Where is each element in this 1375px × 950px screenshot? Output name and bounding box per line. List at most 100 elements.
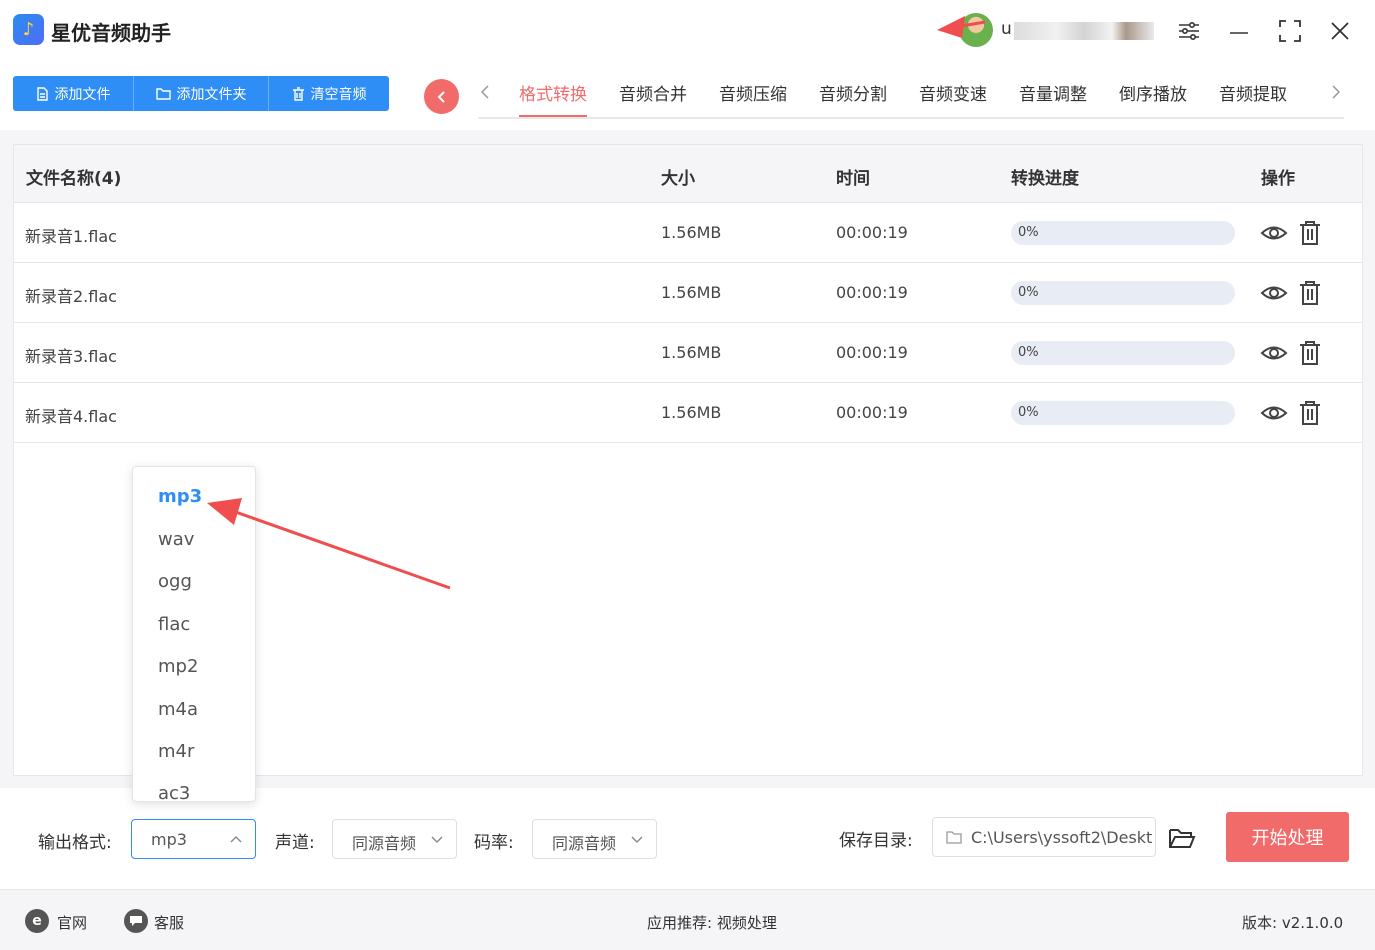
add-folder-label: 添加文件夹 (176, 86, 247, 103)
file-duration: 00:00:19 (836, 223, 908, 242)
eye-icon[interactable] (1260, 279, 1288, 307)
format-option-flac[interactable]: flac (158, 614, 190, 635)
progress-bar: 0% (1011, 221, 1235, 245)
tab-audio-split[interactable]: 音频分割 (803, 78, 903, 118)
file-actions-group: 添加文件 添加文件夹 清空音频 (13, 76, 389, 111)
tab-underline (478, 117, 1344, 119)
add-file-button[interactable]: 添加文件 (13, 76, 134, 111)
channel-value: 同源音频 (352, 834, 417, 853)
add-file-label: 添加文件 (54, 86, 111, 103)
folder-open-icon[interactable] (1168, 826, 1196, 850)
delete-icon[interactable] (1296, 279, 1324, 307)
file-name: 新录音3.flac (25, 347, 117, 366)
delete-icon[interactable] (1296, 399, 1324, 427)
chevron-up-icon (230, 836, 242, 843)
username[interactable]: u (1001, 19, 1012, 39)
progress-bar: 0% (1011, 281, 1235, 305)
table-row[interactable]: 新录音1.flac 1.56MB 00:00:19 0% (14, 203, 1362, 263)
format-option-ogg[interactable]: ogg (158, 571, 192, 592)
file-size: 1.56MB (661, 403, 722, 422)
progress-text: 0% (1018, 345, 1039, 360)
username-redaction (1014, 22, 1154, 40)
file-name: 新录音2.flac (25, 287, 117, 306)
file-duration: 00:00:19 (836, 283, 908, 302)
save-dir-input[interactable]: C:\Users\yssoft2\Deskt (932, 817, 1156, 857)
header-time: 时间 (836, 169, 870, 189)
format-option-m4r[interactable]: m4r (158, 741, 194, 762)
minimize-icon[interactable] (1222, 14, 1256, 48)
chevron-left-icon[interactable] (480, 84, 490, 105)
user-avatar[interactable] (959, 13, 993, 47)
channel-select[interactable]: 同源音频 (332, 819, 457, 859)
tab-audio-merge[interactable]: 音频合并 (603, 78, 703, 118)
file-size: 1.56MB (661, 223, 722, 242)
file-icon (36, 86, 48, 101)
add-folder-button[interactable]: 添加文件夹 (134, 76, 269, 111)
progress-text: 0% (1018, 225, 1039, 240)
version-text: 版本: v2.1.0.0 (1242, 914, 1344, 932)
chevron-right-icon[interactable] (1331, 84, 1341, 105)
eye-icon[interactable] (1260, 399, 1288, 427)
file-duration: 00:00:19 (836, 343, 908, 362)
support-link[interactable]: 客服 (154, 912, 184, 933)
eye-icon[interactable] (1260, 219, 1288, 247)
header-file-name: 文件名称(4) (26, 169, 122, 189)
format-option-ac3[interactable]: ac3 (158, 783, 190, 801)
table-row[interactable]: 新录音3.flac 1.56MB 00:00:19 0% (14, 323, 1362, 383)
file-size: 1.56MB (661, 283, 722, 302)
header-progress: 转换进度 (1011, 169, 1079, 189)
ie-icon[interactable]: e (25, 909, 49, 933)
channel-label: 声道: (275, 833, 315, 853)
app-title: 星优音频助手 (51, 21, 171, 45)
website-link[interactable]: 官网 (57, 912, 87, 933)
file-name: 新录音4.flac (25, 407, 117, 426)
file-name: 新录音1.flac (25, 227, 117, 246)
start-processing-button[interactable]: 开始处理 (1226, 812, 1349, 862)
maximize-icon[interactable] (1273, 14, 1307, 48)
progress-bar: 0% (1011, 341, 1235, 365)
tab-audio-extract[interactable]: 音频提取 (1203, 78, 1303, 118)
format-option-wav[interactable]: wav (158, 529, 194, 550)
eye-icon[interactable] (1260, 339, 1288, 367)
progress-bar: 0% (1011, 401, 1235, 425)
table-row[interactable]: 新录音2.flac 1.56MB 00:00:19 0% (14, 263, 1362, 323)
tab-reverse-play[interactable]: 倒序播放 (1103, 78, 1203, 118)
function-tabs: 格式转换 音频合并 音频压缩 音频分割 音频变速 音量调整 倒序播放 音频提取 (503, 78, 1303, 118)
bitrate-value: 同源音频 (552, 834, 617, 853)
table-row[interactable]: 新录音4.flac 1.56MB 00:00:19 0% (14, 383, 1362, 443)
settings-sliders-icon[interactable] (1172, 14, 1206, 48)
app-recommend[interactable]: 应用推荐: 视频处理 (647, 912, 777, 933)
clear-audio-label: 清空音频 (310, 86, 367, 103)
format-dropdown-menu: mp3 wav ogg flac mp2 m4a m4r ac3 (132, 466, 256, 802)
save-dir-value: C:\Users\yssoft2\Deskt (971, 828, 1153, 847)
bitrate-label: 码率: (474, 833, 514, 853)
format-option-m4a[interactable]: m4a (158, 699, 198, 720)
tab-format-convert[interactable]: 格式转换 (503, 78, 603, 118)
format-option-mp3[interactable]: mp3 (158, 486, 202, 507)
app-logo-icon: ♪ (13, 14, 44, 45)
progress-text: 0% (1018, 405, 1039, 420)
chat-icon[interactable] (124, 909, 148, 933)
format-option-mp2[interactable]: mp2 (158, 656, 198, 677)
tab-volume-adjust[interactable]: 音量调整 (1003, 78, 1103, 118)
output-format-select[interactable]: mp3 (131, 819, 256, 859)
bitrate-select[interactable]: 同源音频 (532, 819, 657, 859)
footer: e 官网 客服 应用推荐: 视频处理 版本: v2.1.0.0 (0, 889, 1375, 950)
delete-icon[interactable] (1296, 219, 1324, 247)
tab-audio-compress[interactable]: 音频压缩 (703, 78, 803, 118)
close-icon[interactable] (1323, 14, 1357, 48)
title-bar: ♪ 星优音频助手 u (0, 0, 1375, 62)
progress-text: 0% (1018, 285, 1039, 300)
output-format-label: 输出格式: (38, 833, 112, 853)
folder-icon (155, 88, 171, 100)
save-dir-label: 保存目录: (839, 831, 913, 851)
tab-audio-speed[interactable]: 音频变速 (903, 78, 1003, 118)
file-duration: 00:00:19 (836, 403, 908, 422)
header-operations: 操作 (1261, 169, 1295, 189)
trash-icon (292, 86, 304, 101)
delete-icon[interactable] (1296, 339, 1324, 367)
back-icon[interactable] (424, 79, 459, 114)
output-format-value: mp3 (151, 830, 187, 849)
chevron-down-icon (631, 836, 643, 843)
clear-audio-button[interactable]: 清空音频 (269, 76, 389, 111)
